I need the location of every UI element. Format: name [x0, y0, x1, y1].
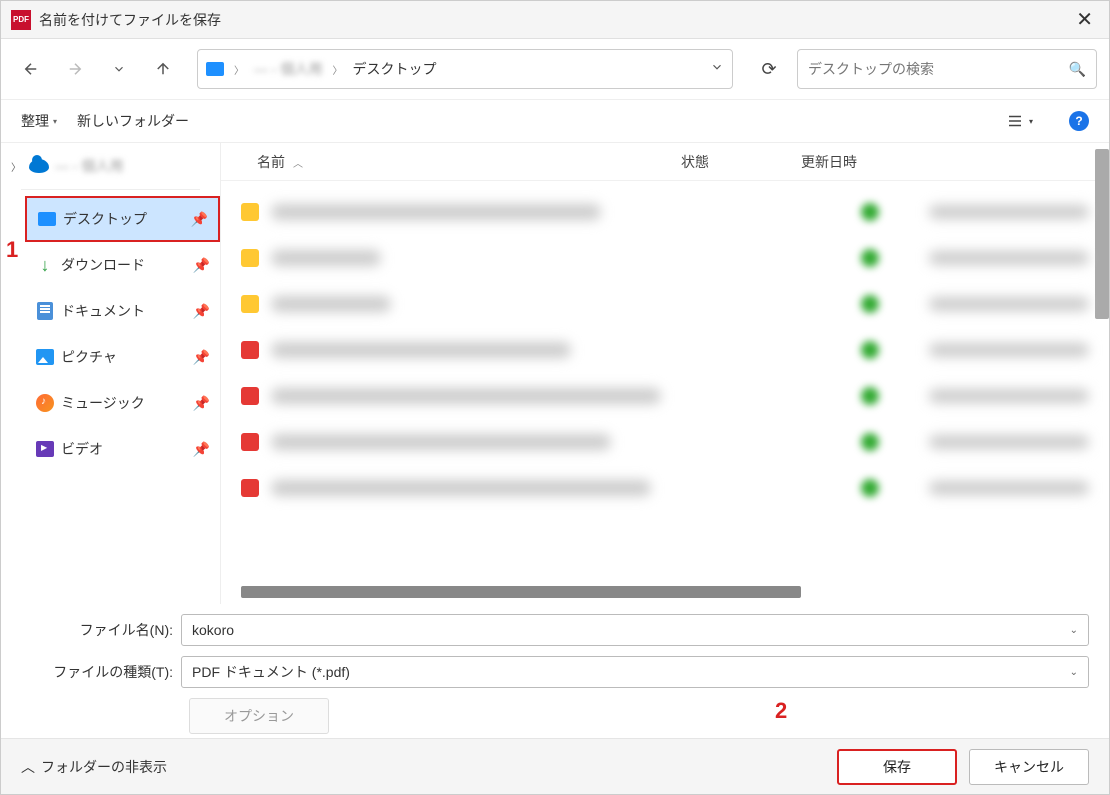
- video-icon: [35, 440, 55, 458]
- forward-button[interactable]: [57, 51, 93, 87]
- list-item[interactable]: [241, 465, 1089, 511]
- search-box[interactable]: 🔍: [797, 49, 1097, 89]
- sidebar-item-video[interactable]: ビデオ 📌: [25, 426, 220, 472]
- new-folder-button[interactable]: 新しいフォルダー: [77, 111, 189, 131]
- filename-field[interactable]: kokoro⌄: [181, 614, 1089, 646]
- help-button[interactable]: ?: [1069, 111, 1089, 131]
- footer: ︿ フォルダーの非表示 保存 キャンセル: [1, 738, 1109, 794]
- sidebar-item-label: ダウンロード: [61, 255, 193, 275]
- pdf-icon: [241, 479, 259, 497]
- picture-icon: [35, 348, 55, 366]
- chevron-down-icon[interactable]: [710, 60, 724, 79]
- pdf-icon: [241, 387, 259, 405]
- close-icon[interactable]: ✕: [1070, 7, 1099, 32]
- hide-folders-label: フォルダーの非表示: [41, 757, 167, 777]
- sidebar-item-desktop[interactable]: デスクトップ 📌: [25, 196, 220, 242]
- column-state[interactable]: 状態: [681, 152, 801, 172]
- scrollbar-vertical[interactable]: [1095, 149, 1109, 319]
- folder-icon: [241, 295, 259, 313]
- chevron-right-icon: 〉: [332, 62, 342, 77]
- back-button[interactable]: [13, 51, 49, 87]
- main-area: 〉 — - 個人用 デスクトップ 📌 ↓ ダウンロード 📌 ドキュメント 📌: [1, 143, 1109, 604]
- sidebar-item-label: デスクトップ: [63, 209, 191, 229]
- refresh-button[interactable]: ⟳: [749, 49, 789, 89]
- cloud-icon: [29, 157, 49, 175]
- annotation-1: 1: [6, 237, 18, 263]
- pin-icon[interactable]: 📌: [193, 441, 210, 458]
- options-button[interactable]: オプション: [189, 698, 329, 734]
- filename-label: ファイル名(N):: [21, 620, 181, 640]
- up-button[interactable]: [145, 51, 181, 87]
- sidebar: 〉 — - 個人用 デスクトップ 📌 ↓ ダウンロード 📌 ドキュメント 📌: [1, 143, 221, 604]
- sidebar-item-label: ピクチャ: [61, 347, 193, 367]
- cancel-button[interactable]: キャンセル: [969, 749, 1089, 785]
- titlebar: PDF 名前を付けてファイルを保存 ✕: [1, 1, 1109, 39]
- pin-icon[interactable]: 📌: [193, 303, 210, 320]
- filetype-field[interactable]: PDF ドキュメント (*.pdf)⌄: [181, 656, 1089, 688]
- chevron-right-icon: 〉: [234, 62, 244, 77]
- sidebar-item-pictures[interactable]: ピクチャ 📌: [25, 334, 220, 380]
- app-icon: PDF: [11, 10, 31, 30]
- save-button[interactable]: 保存: [837, 749, 957, 785]
- annotation-2: 2: [775, 698, 787, 724]
- pdf-icon: [241, 341, 259, 359]
- pin-icon[interactable]: 📌: [193, 395, 210, 412]
- list-item[interactable]: [241, 373, 1089, 419]
- sidebar-item-label: ミュージック: [61, 393, 193, 413]
- sidebar-item-downloads[interactable]: ↓ ダウンロード 📌: [25, 242, 220, 288]
- organize-menu[interactable]: 整理▾: [21, 111, 57, 131]
- pin-icon[interactable]: 📌: [191, 211, 208, 228]
- list-item[interactable]: [241, 327, 1089, 373]
- chevron-down-icon[interactable]: ⌄: [1070, 625, 1078, 636]
- breadcrumb-user[interactable]: — - 個人用: [250, 57, 326, 81]
- recent-dropdown[interactable]: [101, 51, 137, 87]
- column-date[interactable]: 更新日時: [801, 152, 1089, 172]
- window-title: 名前を付けてファイルを保存: [39, 10, 221, 30]
- breadcrumb[interactable]: 〉 — - 個人用 〉 デスクトップ: [197, 49, 733, 89]
- list-item[interactable]: [241, 419, 1089, 465]
- folder-icon: [241, 249, 259, 267]
- sidebar-item-documents[interactable]: ドキュメント 📌: [25, 288, 220, 334]
- pin-icon[interactable]: 📌: [193, 349, 210, 366]
- sort-indicator-icon: ︿: [293, 159, 303, 170]
- file-list: 名前︿ 状態 更新日時: [221, 143, 1109, 604]
- chevron-right-icon[interactable]: 〉: [11, 159, 25, 174]
- tree-label: — - 個人用: [55, 156, 210, 176]
- hide-folders-toggle[interactable]: ︿ フォルダーの非表示: [21, 757, 167, 777]
- folder-icon: [241, 203, 259, 221]
- list-item[interactable]: [241, 235, 1089, 281]
- search-input[interactable]: [808, 61, 1069, 77]
- navbar: 〉 — - 個人用 〉 デスクトップ ⟳ 🔍: [1, 39, 1109, 99]
- music-icon: [35, 394, 55, 412]
- toolbar: 整理▾ 新しいフォルダー ▾ ?: [1, 99, 1109, 143]
- chevron-down-icon[interactable]: ⌄: [1070, 667, 1078, 678]
- list-item[interactable]: [241, 189, 1089, 235]
- search-icon[interactable]: 🔍: [1069, 61, 1086, 78]
- tree-onedrive[interactable]: 〉 — - 個人用: [1, 149, 220, 183]
- chevron-up-icon: ︿: [21, 757, 35, 777]
- location-icon: [206, 62, 224, 76]
- breadcrumb-location[interactable]: デスクトップ: [348, 57, 440, 81]
- filetype-label: ファイルの種類(T):: [21, 662, 181, 682]
- desktop-icon: [37, 210, 57, 228]
- document-icon: [35, 302, 55, 320]
- download-icon: ↓: [35, 256, 55, 274]
- sidebar-item-label: ビデオ: [61, 439, 193, 459]
- column-headers: 名前︿ 状態 更新日時: [221, 143, 1109, 181]
- divider: [21, 189, 200, 190]
- pin-icon[interactable]: 📌: [193, 257, 210, 274]
- sidebar-item-music[interactable]: ミュージック 📌: [25, 380, 220, 426]
- column-name[interactable]: 名前︿: [241, 152, 681, 172]
- view-mode-button[interactable]: ▾: [1005, 112, 1033, 130]
- list-item[interactable]: [241, 281, 1089, 327]
- save-form: ファイル名(N): kokoro⌄ ファイルの種類(T): PDF ドキュメント…: [1, 604, 1109, 738]
- pdf-icon: [241, 433, 259, 451]
- sidebar-item-label: ドキュメント: [61, 301, 193, 321]
- scrollbar-horizontal[interactable]: [241, 586, 801, 598]
